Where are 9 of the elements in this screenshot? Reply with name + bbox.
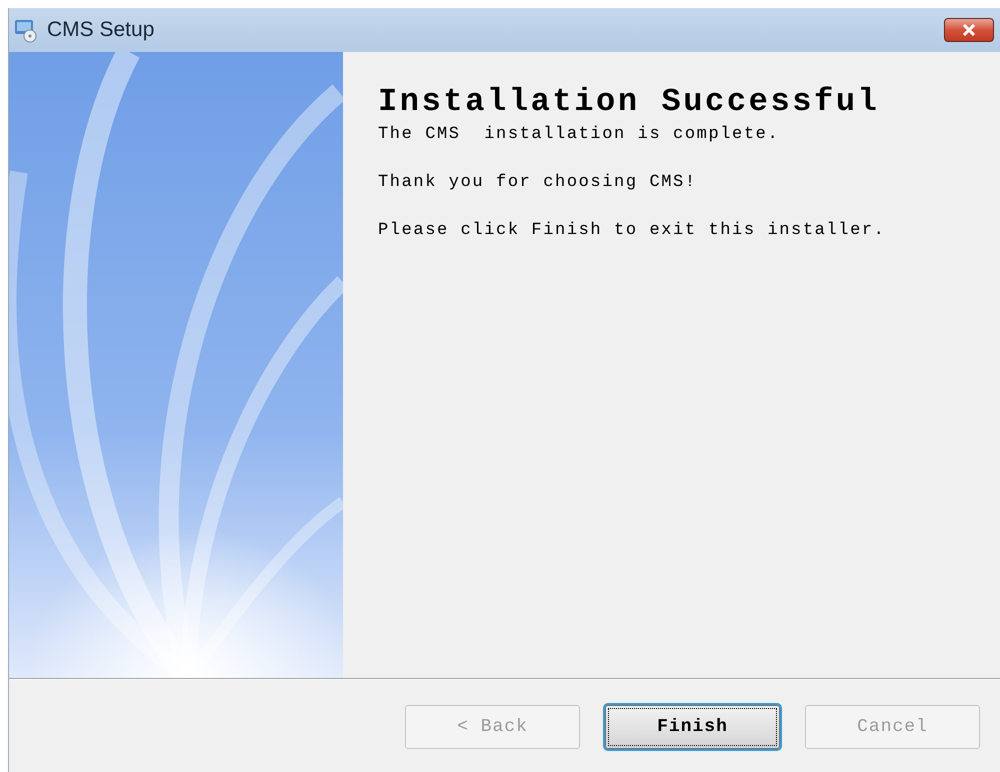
close-button[interactable] [944, 18, 994, 42]
setup-icon [13, 17, 39, 43]
message-text: The CMS installation is complete. [378, 124, 780, 146]
window-title: CMS Setup [47, 17, 154, 44]
heading: Installation Successful [378, 82, 880, 122]
close-icon [962, 24, 976, 36]
dialog-button[interactable]: Finish [605, 705, 780, 749]
message-text: Please click Finish to exit this installer. [378, 220, 886, 242]
message-text: Thank you for choosing CMS! [378, 172, 698, 194]
